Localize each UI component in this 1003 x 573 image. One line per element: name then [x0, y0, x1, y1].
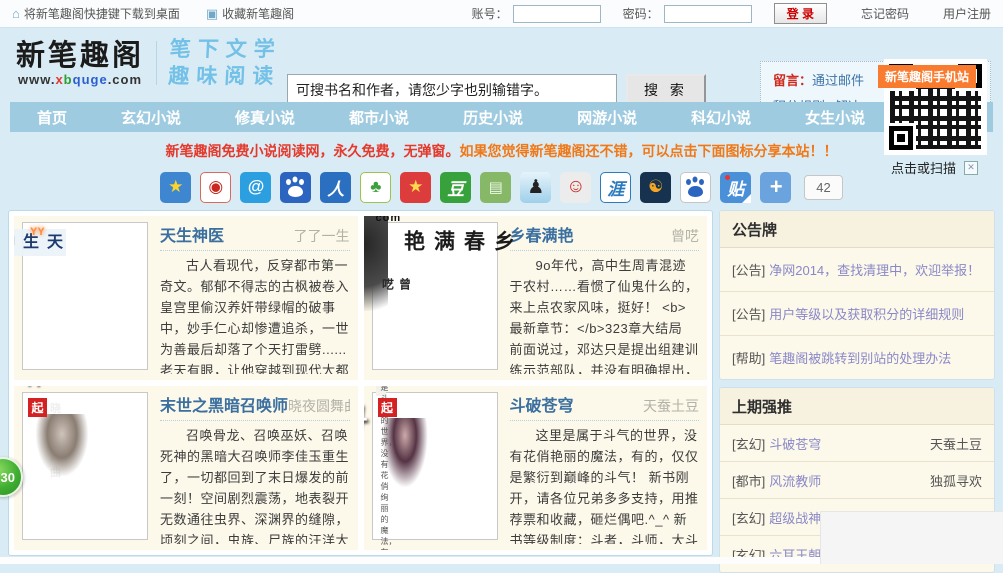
- nav-item-lishi[interactable]: 历史小说: [436, 107, 550, 128]
- site-logo-url: www.xbquge.com: [16, 72, 144, 87]
- announcement-item: [公告]用户等级以及获取积分的详细规则: [720, 292, 994, 336]
- nav-item-kehuan[interactable]: 科幻小说: [664, 107, 778, 128]
- baidu-share-icon[interactable]: [280, 172, 311, 203]
- login-button[interactable]: 登 录: [774, 3, 827, 24]
- book-cover[interactable]: 起 斗破苍穹 废柴当自强 这里是斗气的世界，没有花俏绚丽的魔法，有的，仅仅是繁衍…: [372, 392, 498, 540]
- push-book-link[interactable]: 风流教师: [769, 474, 821, 489]
- sina-weibo-share-icon[interactable]: ◉: [200, 172, 231, 203]
- book-title-link[interactable]: 末世之黑暗召唤师: [160, 392, 288, 416]
- tianya-share-icon[interactable]: 涯: [600, 172, 631, 203]
- site-slogan: 笔下文学 趣味阅读: [168, 36, 283, 90]
- book-author: 曾呓: [671, 226, 699, 246]
- push-book-author: 天蚕土豆: [930, 434, 982, 453]
- book-author: 天蚕土豆: [643, 396, 699, 416]
- book-card: 起 晓夜圆舞曲 末世之 黑暗召唤师 末世之黑暗召唤师 晓夜圆舞曲 召唤骨龙、召唤…: [14, 386, 358, 550]
- topbar: ⌂ 将新笔趣阁快捷键下载到桌面 ▣ 收藏新笔趣阁 账号： 密码： 登 录 忘记密…: [0, 0, 1003, 28]
- forgot-password-link[interactable]: 忘记密码: [861, 5, 909, 22]
- blank-overlay: [820, 511, 1003, 564]
- nav-item-nvsheng[interactable]: 女生小说: [778, 107, 892, 128]
- bookmark-label: 收藏新笔趣阁: [222, 5, 294, 22]
- strong-push-title: 上期强推: [720, 388, 994, 425]
- message-link[interactable]: 通过邮件: [812, 73, 864, 88]
- password-input[interactable]: [664, 5, 752, 23]
- book-description: 9o年代，高中生周青混迹于农村……看惯了仙鬼什么的，来上点农家风味，挺好！ <b…: [510, 255, 700, 374]
- book-title-link[interactable]: 斗破苍穹: [510, 392, 574, 416]
- book-description: 古人看现代，反穿都市第一奇文。郁郁不得志的古枫被卷入皇宫里偷汉养奸带绿帽的破事中…: [160, 255, 350, 374]
- register-link[interactable]: 用户注册: [943, 5, 991, 22]
- nav-item-wangyou[interactable]: 网游小说: [550, 107, 664, 128]
- desktop-shortcut-label: 将新笔趣阁快捷键下载到桌面: [24, 5, 180, 22]
- mobile-site-tag[interactable]: 新笔趣阁手机站: [878, 65, 976, 88]
- search-button[interactable]: 搜 索: [626, 74, 706, 105]
- push-book-link[interactable]: 斗破苍穹: [769, 437, 821, 452]
- push-book-author: 独孤寻欢: [930, 471, 982, 490]
- book-cover[interactable]: 起 晓夜圆舞曲 末世之 黑暗召唤师: [22, 392, 148, 540]
- tencent-weibo-share-icon[interactable]: @: [240, 172, 271, 203]
- tencent-pengyou-share-icon[interactable]: ☯: [640, 172, 671, 203]
- push-item: [玄幻]斗破苍穹 天蚕土豆: [720, 425, 994, 462]
- password-label: 密码：: [623, 5, 659, 22]
- qr-finder-icon: [889, 126, 913, 150]
- announcement-item: [公告]净网2014，查找清理中，欢迎举报！: [720, 248, 994, 292]
- bookmark-link[interactable]: ▣ 收藏新笔趣阁: [206, 5, 294, 22]
- kaixin-share-icon[interactable]: ♣: [360, 172, 391, 203]
- logo-divider: [156, 41, 157, 85]
- message-label: 留言：: [773, 73, 812, 88]
- book-author: 了了一生: [294, 226, 350, 246]
- nav-item-xuanhuan[interactable]: 玄幻小说: [94, 107, 208, 128]
- book-card: 天生神医 YY 了了一生·著 天生神医 了了一生 古人看现代，反穿都市第一奇文。…: [14, 216, 358, 380]
- book-cover[interactable]: 乡春满艳 曾呓 www. xbquge. com: [372, 222, 498, 370]
- qq-share-icon[interactable]: ♟: [520, 172, 551, 203]
- book-title-link[interactable]: 乡春满艳: [510, 222, 574, 246]
- baidu-home-share-icon[interactable]: [680, 172, 711, 203]
- announcement-board: 公告牌 [公告]净网2014，查找清理中，欢迎举报！ [公告]用户等级以及获取积…: [719, 210, 995, 380]
- more-share-icon[interactable]: +: [760, 172, 791, 203]
- book-card: 乡春满艳 曾呓 www. xbquge. com 乡春满艳 曾呓 9o年代，高中…: [364, 216, 708, 380]
- announcement-link[interactable]: 净网2014，查找清理中，欢迎举报！: [769, 263, 980, 278]
- douban-share-icon[interactable]: 豆: [440, 172, 471, 203]
- folder-icon: ▣: [206, 6, 218, 22]
- push-book-link[interactable]: 超级战神: [769, 511, 821, 526]
- notice-part1: 新笔趣阁免费小说阅读网，永久免费，无弹窗。: [166, 143, 460, 159]
- book-cover[interactable]: 天生神医 YY 了了一生·著: [22, 222, 148, 370]
- home-icon: ⌂: [12, 6, 20, 21]
- book-card: 起 斗破苍穹 废柴当自强 这里是斗气的世界，没有花俏绚丽的魔法，有的，仅仅是繁衍…: [364, 386, 708, 550]
- baidu-star-share-icon[interactable]: ★: [400, 172, 431, 203]
- desktop-shortcut-link[interactable]: ⌂ 将新笔趣阁快捷键下载到桌面: [12, 5, 180, 22]
- hexun-weibo-share-icon[interactable]: ☺: [560, 172, 591, 203]
- announcement-link[interactable]: 用户等级以及获取积分的详细规则: [769, 307, 964, 322]
- main-nav: 首页 玄幻小说 修真小说 都市小说 历史小说 网游小说 科幻小说 女生小说 排行…: [10, 102, 993, 132]
- site-logo-text: 新笔趣阁: [16, 40, 144, 72]
- announcement-board-title: 公告牌: [720, 211, 994, 248]
- nav-item-home[interactable]: 首页: [10, 107, 94, 128]
- book-title-link[interactable]: 天生神医: [160, 222, 224, 246]
- youdao-note-share-icon[interactable]: ▤: [480, 172, 511, 203]
- push-item: [都市]风流教师 独孤寻欢: [720, 462, 994, 499]
- announcement-link[interactable]: 笔趣阁被跳转到别站的处理办法: [769, 351, 951, 366]
- header: 新笔趣阁 www.xbquge.com 笔下文学 趣味阅读 搜 索 留言：通过邮…: [0, 28, 1003, 102]
- baidu-tieba-share-icon[interactable]: 贴: [720, 172, 751, 203]
- renren-share-icon[interactable]: 人: [320, 172, 351, 203]
- account-input[interactable]: [513, 5, 601, 23]
- notice-part2: 如果您觉得新笔趣阁还不错，可以点击下面图标分享本站！！: [460, 143, 838, 159]
- nav-item-xiuzhen[interactable]: 修真小说: [208, 107, 322, 128]
- book-grid: 天生神医 YY 了了一生·著 天生神医 了了一生 古人看现代，反穿都市第一奇文。…: [8, 210, 713, 556]
- account-label: 账号：: [472, 5, 508, 22]
- site-notice: 新笔趣阁免费小说阅读网，永久免费，无弹窗。如果您觉得新笔趣阁还不错，可以点击下面…: [0, 141, 1003, 161]
- qr-close-icon[interactable]: ✕: [964, 161, 978, 175]
- book-description: 召唤骨龙、召唤巫妖、召唤死神的黑暗大召唤师李佳玉重生了，一切都回到了末日爆发的前…: [160, 425, 350, 544]
- share-icons-row: ★ ◉ @ 人 ♣ ★ 豆 ▤ ♟ ☺ 涯 ☯ 贴 + 42: [0, 170, 1003, 204]
- qr-caption: 点击或扫描: [891, 158, 956, 177]
- share-count: 42: [804, 175, 842, 200]
- site-logo[interactable]: 新笔趣阁 www.xbquge.com: [16, 40, 144, 87]
- book-author: 晓夜圆舞曲: [288, 396, 349, 416]
- nav-item-dushi[interactable]: 都市小说: [322, 107, 436, 128]
- announcement-item: [帮助]笔趣阁被跳转到别站的处理办法: [720, 336, 994, 379]
- qzone-share-icon[interactable]: ★: [160, 172, 191, 203]
- book-description: 这里是属于斗气的世界，没有花俏艳丽的魔法，有的，仅仅是繁衍到巅峰的斗气！ 新书刚…: [510, 425, 700, 544]
